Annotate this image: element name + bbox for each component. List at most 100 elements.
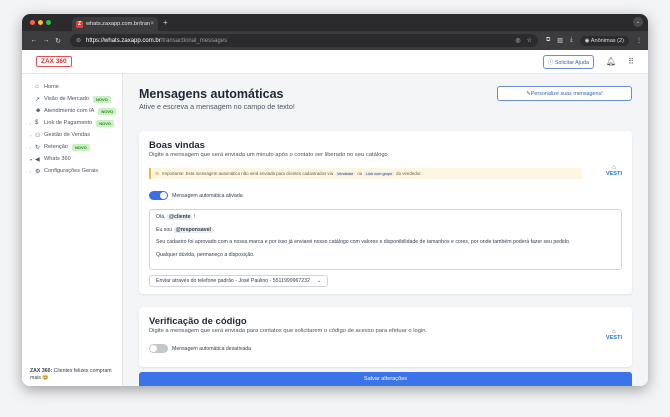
browser-menu-icon[interactable]: ⋮ <box>636 37 642 44</box>
msg-text: ! <box>193 214 196 220</box>
new-badge: NOVO <box>93 95 111 103</box>
sidebar-item-label: Visão de Mercado <box>44 96 89 102</box>
tab-bar: Z whats.zaxapp.com.br/transa... × + ⌄ <box>22 14 648 31</box>
main-content: Mensagens automáticas Ative e escreva a … <box>123 74 648 386</box>
browser-tab[interactable]: Z whats.zaxapp.com.br/transa... × <box>72 17 158 31</box>
sidebar-item-label: Gestão de Vendas <box>44 132 91 138</box>
profile-label: Anônimas (2) <box>590 37 624 44</box>
help-icon: ⓘ <box>547 59 555 66</box>
msg-text: Qualquer dúvida, permaneço a disposição. <box>156 251 255 258</box>
page-title: Mensagens automáticas <box>139 87 284 101</box>
reload-icon[interactable]: ↻ <box>52 37 64 45</box>
dollar-icon: $ <box>35 120 39 126</box>
vesti-logo: ⌂ VESTI <box>606 329 622 341</box>
url-field[interactable]: ⊜ https://whats.zaxapp.com.br/transactio… <box>70 34 538 47</box>
help-button[interactable]: ⓘ Solicitar Ajuda <box>542 54 594 69</box>
welcome-card-description: Digite a mensagem que será enviada um mi… <box>149 152 390 158</box>
welcome-toggle[interactable] <box>149 191 168 200</box>
sidebar-panel-icon[interactable]: ▥ <box>557 37 563 44</box>
verify-card-description: Digite a mensagem que será enviada para … <box>149 328 428 334</box>
welcome-message-textarea[interactable]: Olá, @cliente ! Eu sou @responsavel. Seu… <box>149 209 622 270</box>
users-icon: ⚇ <box>35 132 41 139</box>
robot-icon: ☻ <box>35 108 42 114</box>
sidebar-item-vis-o-de-mercado[interactable]: ↗ Visão de Mercado NOVO <box>22 93 122 105</box>
sidebar-promo: ZAX 360: Clientes felizes compram mais 😊 <box>30 368 116 382</box>
maximize-window-button[interactable] <box>46 20 51 25</box>
welcome-card-title: Boas vindas <box>149 140 205 151</box>
web-page: ZAX 360 ⓘ Solicitar Ajuda 🔔︎ ⠿ ⌂ Home ↗ Vis… <box>22 50 648 386</box>
tab-title: whats.zaxapp.com.br/transa... <box>86 21 151 27</box>
bell-icon[interactable]: 🔔︎ <box>606 57 616 66</box>
eye-off-icon[interactable]: ◎ <box>515 37 520 44</box>
sidebar-item-label: Configurações Gerais <box>44 168 99 174</box>
sidebar-item-link-de-pagamento[interactable]: › $ Link de Pagamento NOVO <box>22 117 122 129</box>
sidebar-item-label: Retenção <box>44 144 68 150</box>
sidebar-item-gest-o-de-vendas[interactable]: › ⚇ Gestão de Vendas <box>22 129 122 141</box>
sidebar-item-reten-o[interactable]: › ↻ Retenção NOVO <box>22 141 122 153</box>
forward-icon[interactable]: → <box>40 37 52 44</box>
sidebar-item-label: Whats 360 <box>44 156 71 162</box>
welcome-toggle-label: Mensagem automática ativada <box>172 193 243 199</box>
favicon-icon: Z <box>76 20 83 28</box>
personalize-button-label: Personalize suas mensagens! <box>530 90 603 97</box>
new-tab-button[interactable]: + <box>163 18 168 27</box>
close-window-button[interactable] <box>30 20 35 25</box>
help-button-label: Solicitar Ajuda <box>554 59 589 66</box>
warning-chip-vendedor: Vendedor <box>335 171 356 176</box>
extensions-icon[interactable]: ⧉ <box>546 37 550 44</box>
apps-grid-icon[interactable]: ⠿ <box>628 57 634 66</box>
sidebar-item-atendimento-com-ia[interactable]: ☻ Atendimento com IA NOVO <box>22 105 122 117</box>
app-logo[interactable]: ZAX 360 <box>36 56 72 67</box>
warning-banner: ⊕ Importante: Esta mensagem automática n… <box>149 168 582 179</box>
sidebar-item-configura-es-gerais[interactable]: › ⚙ Configurações Gerais <box>22 165 122 177</box>
vesti-logo: ⌂ VESTI <box>606 165 622 177</box>
welcome-card: Boas vindas Digite a mensagem que será e… <box>139 131 632 294</box>
warning-text: Importante: Esta mensagem automática não… <box>162 171 334 176</box>
url-domain: https://whats.zaxapp.com.br <box>86 37 161 44</box>
chevron-down-icon: ⌄ <box>316 278 321 284</box>
vesti-label: VESTI <box>605 171 622 177</box>
site-info-icon[interactable]: ⊜ <box>76 37 81 44</box>
toggle-knob <box>160 192 167 199</box>
sidebar-item-label: Atendimento com IA <box>44 108 95 114</box>
address-bar: ← → ↻ ⊜ https://whats.zaxapp.com.br/tran… <box>22 31 648 50</box>
save-button[interactable]: Salvar alterações <box>139 372 632 386</box>
sidebar-item-label: Home <box>44 84 59 90</box>
sidebar-item-label: Link de Pagamento <box>44 120 93 126</box>
minimize-window-button[interactable] <box>38 20 43 25</box>
profile-button[interactable]: ◉ Anônimas (2) <box>579 35 629 46</box>
new-badge: NOVO <box>96 119 114 127</box>
warning-chip-link: Link com grupo <box>364 171 395 176</box>
verify-card-title: Verificação de código <box>149 316 247 327</box>
sidebar-item-home[interactable]: ⌂ Home <box>22 81 122 93</box>
url-path: /transactional_messages <box>160 37 228 44</box>
verify-card: Verificação de código Digite a mensagem … <box>139 307 632 367</box>
personalize-button[interactable]: ✎ Personalize suas mensagens! <box>497 86 632 101</box>
app-header: ZAX 360 ⓘ Solicitar Ajuda 🔔︎ ⠿ <box>22 50 648 74</box>
tab-close-icon[interactable]: × <box>150 21 154 27</box>
msg-text: Eu sou <box>156 226 173 233</box>
sidebar-item-whats-360[interactable]: ▾ ◀ Whats 360 <box>22 153 122 165</box>
vesti-label: VESTI <box>605 335 622 341</box>
new-badge: NOVO <box>71 143 90 151</box>
download-icon[interactable]: ⤓ <box>570 37 573 44</box>
verify-toggle-label: Mensagem automática desativada <box>172 346 252 352</box>
bookmark-star-icon[interactable]: ☆ <box>527 37 532 44</box>
warning-text-mid: ou <box>357 171 363 176</box>
toggle-knob <box>150 345 157 352</box>
back-icon[interactable]: ← <box>28 37 40 44</box>
warning-text-end: do vendedor. <box>396 171 422 176</box>
msg-text: . <box>212 226 215 233</box>
msg-text: Olá, <box>156 214 166 220</box>
home-icon: ⌂ <box>35 84 39 90</box>
settings-icon: ⚙ <box>35 168 41 175</box>
new-badge: NOVO <box>98 107 117 115</box>
verify-toggle[interactable] <box>149 344 168 353</box>
page-subtitle: Ative e escreva a mensagem no campo de t… <box>139 102 295 111</box>
send-phone-select[interactable]: Enviar através do telefone padrão - José… <box>149 275 328 287</box>
sidebar: ⌂ Home ↗ Visão de Mercado NOVO ☻ Atendimento c… <box>22 74 123 386</box>
trend-icon: ↗ <box>35 96 41 103</box>
promo-bold: ZAX 360: <box>30 368 53 374</box>
tab-search-icon[interactable]: ⌄ <box>633 17 643 27</box>
browser-window: Z whats.zaxapp.com.br/transa... × + ⌄ ← … <box>22 14 648 386</box>
